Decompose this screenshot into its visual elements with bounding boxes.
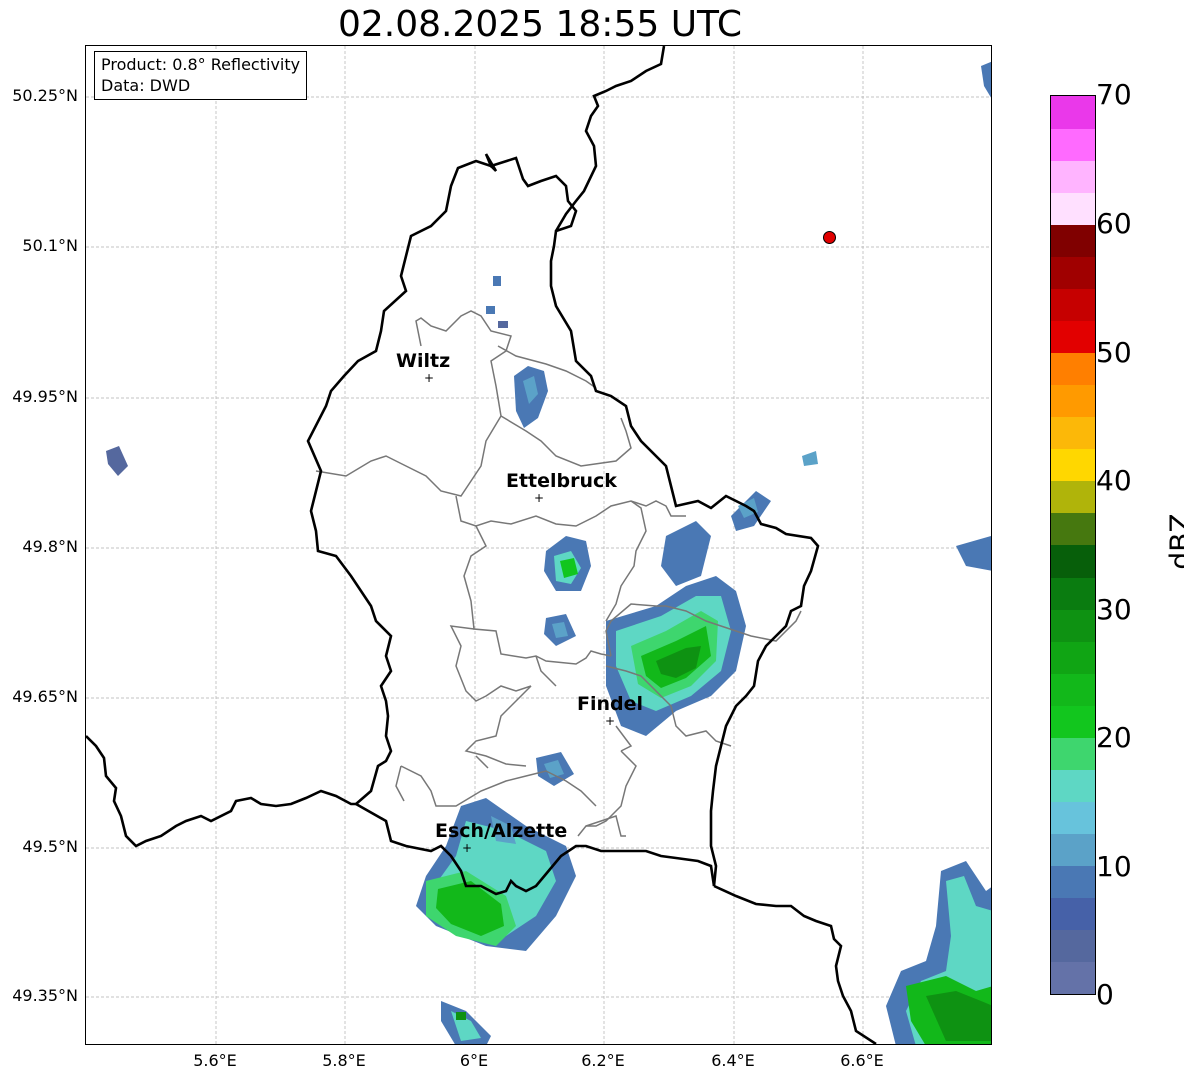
colorbar-segment [1051,609,1095,642]
colorbar-segment [1051,641,1095,674]
colorbar-segment [1051,416,1095,450]
colorbar-tick: 60 [1096,207,1132,240]
colorbar-segment [1051,929,1095,963]
city-marker-icon: + [462,841,473,855]
colorbar-tick: 20 [1096,721,1132,754]
colorbar-segment [1051,96,1095,129]
colorbar-segment [1051,545,1095,578]
colorbar-tick: 50 [1096,336,1132,369]
colorbar-segment [1051,737,1095,770]
lon-label: 5.8°E [322,1051,366,1070]
colorbar-tick: 30 [1096,593,1132,626]
lon-label: 6.6°E [840,1051,884,1070]
city-label-wiltz: Wiltz [396,350,451,372]
colorbar-tick: 10 [1096,850,1132,883]
colorbar-segment [1051,160,1095,193]
lat-label: 49.5°N [22,837,78,856]
lon-label: 5.6°E [193,1051,237,1070]
radar-map [85,45,992,1045]
colorbar-tick: 0 [1096,978,1114,1011]
colorbar-segment [1051,480,1095,514]
lon-label: 6.4°E [711,1051,755,1070]
colorbar-segment [1051,897,1095,931]
data-source-text: Data: DWD [101,76,191,95]
map-canvas [86,46,991,1044]
colorbar-segment [1051,801,1095,835]
colorbar-segment [1051,961,1095,994]
colorbar-tick: 70 [1096,78,1132,111]
colorbar-segment [1051,512,1095,546]
colorbar-segment [1051,352,1095,386]
colorbar-segment [1051,320,1095,354]
colorbar-segment [1051,192,1095,225]
point-of-interest-marker [823,231,836,244]
colorbar-segment [1051,705,1095,738]
lat-label: 49.65°N [12,687,78,706]
colorbar-segment [1051,769,1095,803]
city-label-ettelbruck: Ettelbruck [506,470,617,492]
city-marker-icon: + [605,714,616,728]
lon-label: 6.2°E [581,1051,625,1070]
lat-label: 50.25°N [12,86,78,105]
colorbar-segment [1051,384,1095,418]
product-text: Product: 0.8° Reflectivity [101,55,301,74]
colorbar-segment [1051,577,1095,610]
colorbar-segment [1051,448,1095,482]
radar-echoes [106,61,991,1044]
lat-label: 49.8°N [22,537,78,556]
colorbar-label: dBZ [1163,513,1184,570]
colorbar-segment [1051,673,1095,706]
colorbar-segment [1051,128,1095,161]
colorbar-segment [1051,288,1095,321]
product-info-box: Product: 0.8° Reflectivity Data: DWD [94,51,308,100]
city-label-esch-alzette: Esch/Alzette [435,820,568,842]
lat-label: 49.35°N [12,986,78,1005]
colorbar-segment [1051,833,1095,867]
lat-label: 50.1°N [22,236,78,255]
colorbar-tick: 40 [1096,464,1132,497]
colorbar-segment [1051,865,1095,899]
lat-label: 49.95°N [12,387,78,406]
city-marker-icon: + [534,491,545,505]
city-label-findel: Findel [577,693,644,715]
city-marker-icon: + [424,371,435,385]
colorbar-segment [1051,224,1095,257]
colorbar [1050,95,1096,995]
colorbar-segment [1051,256,1095,289]
lon-label: 6°E [459,1051,489,1070]
map-title: 02.08.2025 18:55 UTC [337,4,743,45]
